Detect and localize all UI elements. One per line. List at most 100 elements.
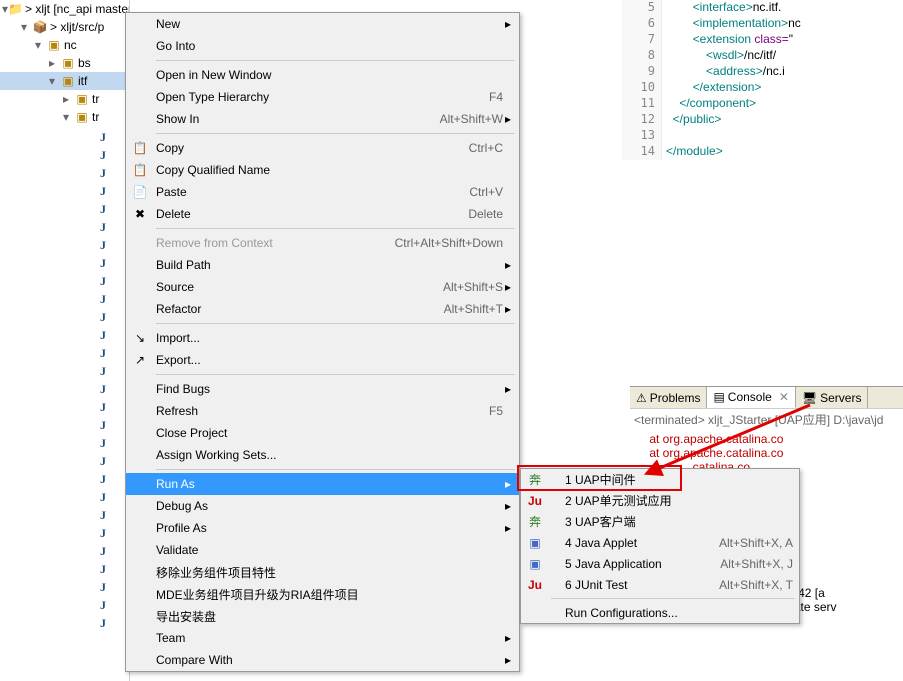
code-line[interactable]: <extension class=" — [666, 32, 801, 48]
menu-item-assign-working-sets[interactable]: Assign Working Sets... — [126, 444, 519, 466]
java-file-icon: J — [100, 130, 106, 144]
submenu-item-6[interactable]: Ju6 JUnit TestAlt+Shift+X, T — [521, 574, 799, 595]
code-line[interactable]: <interface>nc.itf. — [666, 0, 801, 16]
menu-item-run-as[interactable]: Run As▸ — [126, 473, 519, 495]
expand-icon[interactable]: ▾ — [30, 38, 46, 52]
console-icon: ▤ — [713, 390, 724, 404]
submenu-label: 4 Java Applet — [549, 536, 709, 550]
menu-item-delete[interactable]: ✖DeleteDelete — [126, 203, 519, 225]
menu-item-paste[interactable]: 📄PasteCtrl+V — [126, 181, 519, 203]
java-file-icon: J — [100, 454, 106, 468]
submenu-item-2[interactable]: Ju2 UAP单元测试应用 — [521, 490, 799, 511]
expand-icon[interactable]: ▾ — [44, 74, 60, 88]
menu-item-copy-qualified-name[interactable]: 📋Copy Qualified Name — [126, 159, 519, 181]
expand-icon[interactable]: ▸ — [44, 56, 60, 70]
code-line[interactable]: </component> — [666, 96, 801, 112]
code-line[interactable]: </public> — [666, 112, 801, 128]
menu-label: Compare With — [156, 653, 503, 667]
menu-label: Profile As — [156, 521, 503, 535]
menu-accelerator: Alt+Shift+X, A — [719, 536, 793, 550]
menu-item-compare-with[interactable]: Compare With▸ — [126, 649, 519, 671]
code-line[interactable]: <address>/nc.i — [666, 64, 801, 80]
tree-label: bs — [78, 56, 91, 70]
menu-item-build-path[interactable]: Build Path▸ — [126, 254, 519, 276]
menu-label: Refresh — [156, 404, 479, 418]
menu-icon: 📋 — [130, 141, 150, 155]
tree-pkg-bs[interactable]: ▸ ▣ bs — [0, 54, 129, 72]
menu-accelerator: Alt+Shift+S — [443, 280, 503, 294]
menu-item-team[interactable]: Team▸ — [126, 627, 519, 649]
tree-pkg-tr2[interactable]: ▾ ▣ tr — [0, 108, 129, 126]
menu-label: Build Path — [156, 258, 503, 272]
submenu-item-5[interactable]: ▣5 Java ApplicationAlt+Shift+X, J — [521, 553, 799, 574]
menu-separator — [156, 228, 515, 229]
menu-item-debug-as[interactable]: Debug As▸ — [126, 495, 519, 517]
run-icon: 奔 — [529, 515, 541, 529]
package-explorer[interactable]: ▾ 📁 > xljt [nc_api master] ▾ 📦 > xljt/sr… — [0, 0, 130, 681]
submenu-label: Run Configurations... — [549, 606, 793, 620]
menu-label: Assign Working Sets... — [156, 448, 503, 462]
expand-icon[interactable]: ▾ — [58, 110, 74, 124]
package-icon: ▣ — [74, 109, 90, 125]
line-number: 10 — [622, 80, 661, 96]
tree-pkg-tr1[interactable]: ▸ ▣ tr — [0, 90, 129, 108]
tab-servers[interactable]: 🖥Servers — [796, 387, 869, 408]
menu-item-open-in-new-window[interactable]: Open in New Window — [126, 64, 519, 86]
menu-item-refactor[interactable]: RefactorAlt+Shift+T▸ — [126, 298, 519, 320]
menu-item-copy[interactable]: 📋CopyCtrl+C — [126, 137, 519, 159]
submenu-item-4[interactable]: ▣4 Java AppletAlt+Shift+X, A — [521, 532, 799, 553]
menu-label: Close Project — [156, 426, 503, 440]
menu-label: Debug As — [156, 499, 503, 513]
menu-item-new[interactable]: New▸ — [126, 13, 519, 35]
code-line[interactable]: <implementation>nc — [666, 16, 801, 32]
editor[interactable]: 567891011121314 <interface>nc.itf. <impl… — [622, 0, 903, 380]
close-icon[interactable]: ✕ — [779, 390, 789, 404]
menu-item-show-in[interactable]: Show InAlt+Shift+W▸ — [126, 108, 519, 130]
junit-icon: Ju — [528, 494, 542, 508]
menu-item-refresh[interactable]: RefreshF5 — [126, 400, 519, 422]
menu-item-open-type-hierarchy[interactable]: Open Type HierarchyF4 — [126, 86, 519, 108]
package-icon: ▣ — [60, 55, 76, 71]
menu-separator — [156, 60, 515, 61]
expand-icon[interactable]: ▾ — [16, 20, 32, 34]
menu-item-[interactable]: 移除业务组件项目特性 — [126, 561, 519, 583]
tree-pkg-nc[interactable]: ▾ ▣ nc — [0, 36, 129, 54]
menu-item-export[interactable]: ↗Export... — [126, 349, 519, 371]
tree-src[interactable]: ▾ 📦 > xljt/src/p — [0, 18, 129, 36]
tab-console[interactable]: ▤Console✕ — [707, 387, 795, 408]
code-line[interactable]: <wsdl>/nc/itf/ — [666, 48, 801, 64]
context-menu[interactable]: New▸Go Into Open in New WindowOpen Type H… — [125, 12, 520, 672]
view-tabs[interactable]: ⚠Problems▤Console✕🖥Servers — [630, 387, 903, 409]
expand-icon[interactable]: ▸ — [58, 92, 74, 106]
java-file-icon: J — [100, 148, 106, 162]
submenu-item-1[interactable]: 奔1 UAP中间件 — [521, 469, 799, 490]
menu-item-remove-from-context[interactable]: Remove from ContextCtrl+Alt+Shift+Down — [126, 232, 519, 254]
tab-problems[interactable]: ⚠Problems — [630, 387, 707, 408]
code-line[interactable] — [666, 128, 801, 144]
tree-label: itf — [78, 74, 87, 88]
menu-item-[interactable]: 导出安装盘 — [126, 605, 519, 627]
menu-item-profile-as[interactable]: Profile As▸ — [126, 517, 519, 539]
menu-item-validate[interactable]: Validate — [126, 539, 519, 561]
tree-project[interactable]: ▾ 📁 > xljt [nc_api master] — [0, 0, 129, 18]
run-as-submenu[interactable]: 奔1 UAP中间件Ju2 UAP单元测试应用奔3 UAP客户端▣4 Java A… — [520, 468, 800, 624]
menu-item-go-into[interactable]: Go Into — [126, 35, 519, 57]
menu-item-mde-ria[interactable]: MDE业务组件项目升级为RIA组件项目 — [126, 583, 519, 605]
menu-item-close-project[interactable]: Close Project — [126, 422, 519, 444]
menu-item-find-bugs[interactable]: Find Bugs▸ — [126, 378, 519, 400]
tree-pkg-itf[interactable]: ▾ ▣ itf — [0, 72, 129, 90]
editor-code[interactable]: <interface>nc.itf. <implementation>nc <e… — [666, 0, 801, 160]
line-number: 14 — [622, 144, 661, 160]
menu-accelerator: Ctrl+C — [469, 141, 503, 155]
menu-accelerator: Alt+Shift+W — [440, 112, 503, 126]
submenu-item-cfg[interactable]: Run Configurations... — [521, 602, 799, 623]
line-number: 8 — [622, 48, 661, 64]
code-line[interactable]: </module> — [666, 144, 801, 160]
menu-item-source[interactable]: SourceAlt+Shift+S▸ — [126, 276, 519, 298]
java-file-icon: J — [100, 292, 106, 306]
code-line[interactable]: </extension> — [666, 80, 801, 96]
menu-accelerator: Ctrl+Alt+Shift+Down — [395, 236, 503, 250]
menu-item-import[interactable]: ↘Import... — [126, 327, 519, 349]
java-file-icon: J — [100, 328, 106, 342]
submenu-item-3[interactable]: 奔3 UAP客户端 — [521, 511, 799, 532]
